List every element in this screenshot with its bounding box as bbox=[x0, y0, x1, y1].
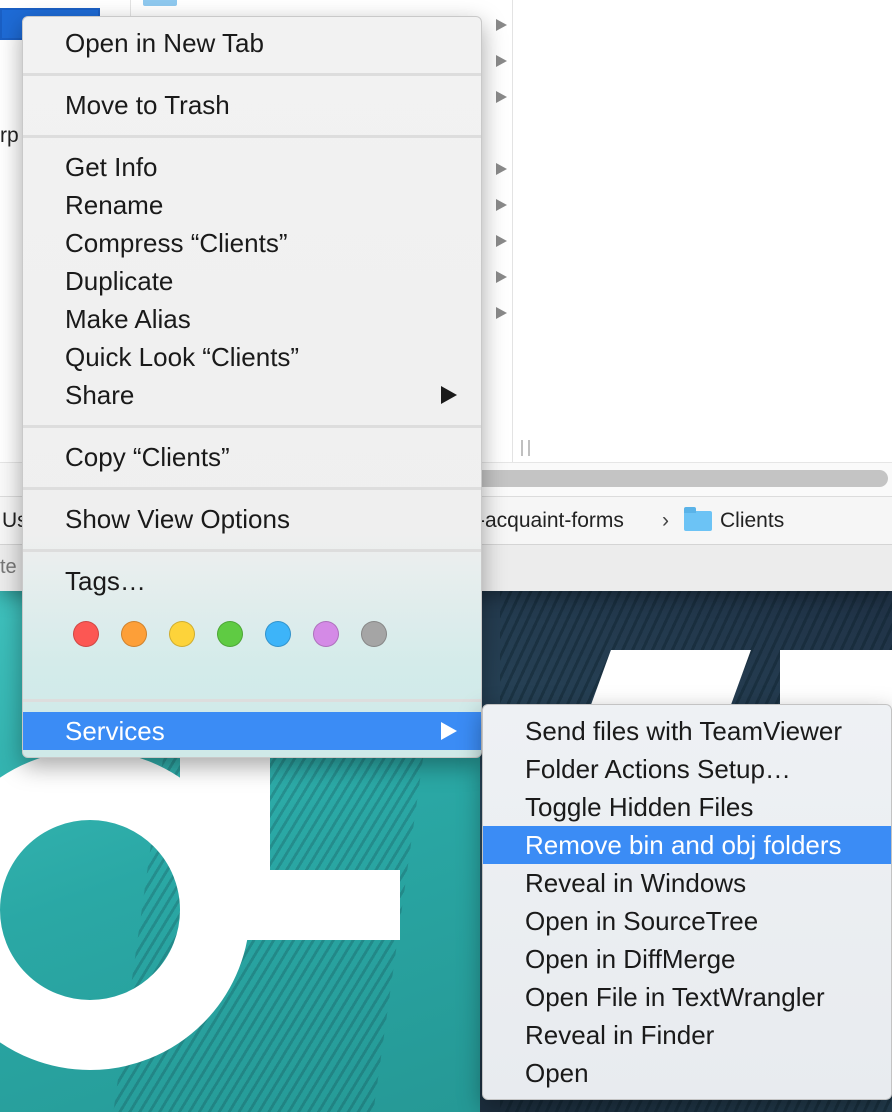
disclosure-arrow-icon bbox=[496, 199, 507, 211]
tag-dot-green[interactable] bbox=[217, 621, 243, 647]
menu-item-open-in-new-tab[interactable]: Open in New Tab bbox=[23, 24, 481, 62]
wallpaper-letter-fragment bbox=[589, 650, 751, 710]
menu-item-move-to-trash[interactable]: Move to Trash bbox=[23, 86, 481, 124]
disclosure-arrow-icon bbox=[496, 235, 507, 247]
tag-dot-orange[interactable] bbox=[121, 621, 147, 647]
status-text: te bbox=[0, 556, 17, 578]
menu-item-services[interactable]: Services bbox=[23, 712, 481, 750]
tag-dot-purple[interactable] bbox=[313, 621, 339, 647]
menu-separator bbox=[23, 699, 481, 702]
sidebar-item-fragment[interactable]: rp bbox=[0, 124, 19, 148]
menu-item-tags[interactable]: Tags… bbox=[23, 562, 481, 600]
service-item[interactable]: Send files with TeamViewer bbox=[483, 712, 891, 750]
service-item[interactable]: Open in DiffMerge bbox=[483, 940, 891, 978]
column-divider[interactable] bbox=[512, 0, 513, 462]
menu-item-show-view-options[interactable]: Show View Options bbox=[23, 500, 481, 538]
disclosure-arrow-icon bbox=[496, 307, 507, 319]
services-submenu: Send files with TeamViewer Folder Action… bbox=[482, 704, 892, 1100]
service-item[interactable]: Folder Actions Setup… bbox=[483, 750, 891, 788]
menu-item-get-info[interactable]: Get Info bbox=[23, 148, 481, 186]
menu-separator bbox=[23, 549, 481, 552]
service-item[interactable]: Open bbox=[483, 1054, 891, 1092]
menu-separator bbox=[23, 73, 481, 76]
folder-icon bbox=[684, 507, 712, 531]
submenu-arrow-icon bbox=[441, 722, 457, 740]
menu-item-label: Services bbox=[65, 716, 165, 746]
folder-icon bbox=[143, 0, 177, 6]
service-item-highlighted[interactable]: Remove bin and obj folders bbox=[483, 826, 891, 864]
menu-separator bbox=[23, 487, 481, 490]
menu-separator bbox=[23, 135, 481, 138]
service-item[interactable]: Open File in TextWrangler bbox=[483, 978, 891, 1016]
path-segment[interactable]: -acquaint-forms bbox=[478, 509, 624, 533]
tag-dot-yellow[interactable] bbox=[169, 621, 195, 647]
tag-dot-gray[interactable] bbox=[361, 621, 387, 647]
menu-item-label: Share bbox=[65, 380, 135, 410]
disclosure-arrow-icon bbox=[496, 91, 507, 103]
menu-item-copy[interactable]: Copy “Clients” bbox=[23, 438, 481, 476]
menu-item-rename[interactable]: Rename bbox=[23, 186, 481, 224]
service-item[interactable]: Reveal in Windows bbox=[483, 864, 891, 902]
menu-item-share[interactable]: Share bbox=[23, 376, 481, 414]
tag-dot-blue[interactable] bbox=[265, 621, 291, 647]
wallpaper-letter-fragment-right bbox=[780, 650, 892, 710]
service-item[interactable]: Reveal in Finder bbox=[483, 1016, 891, 1054]
menu-item-compress[interactable]: Compress “Clients” bbox=[23, 224, 481, 262]
menu-item-duplicate[interactable]: Duplicate bbox=[23, 262, 481, 300]
disclosure-arrow-icon bbox=[496, 271, 507, 283]
disclosure-arrow-icon bbox=[496, 163, 507, 175]
disclosure-arrow-icon bbox=[496, 19, 507, 31]
path-segment-current[interactable]: Clients bbox=[720, 509, 784, 533]
disclosure-arrow-icon bbox=[496, 55, 507, 67]
context-menu: Open in New Tab Move to Trash Get Info R… bbox=[22, 16, 482, 758]
submenu-arrow-icon bbox=[441, 386, 457, 404]
path-separator-icon: › bbox=[662, 509, 669, 532]
service-item[interactable]: Toggle Hidden Files bbox=[483, 788, 891, 826]
tag-dot-red[interactable] bbox=[73, 621, 99, 647]
menu-item-make-alias[interactable]: Make Alias bbox=[23, 300, 481, 338]
service-item[interactable]: Open in SourceTree bbox=[483, 902, 891, 940]
menu-separator bbox=[23, 425, 481, 428]
column-resize-handle[interactable] bbox=[521, 440, 530, 456]
menu-item-quick-look[interactable]: Quick Look “Clients” bbox=[23, 338, 481, 376]
horizontal-scrollbar-thumb[interactable] bbox=[470, 470, 888, 487]
